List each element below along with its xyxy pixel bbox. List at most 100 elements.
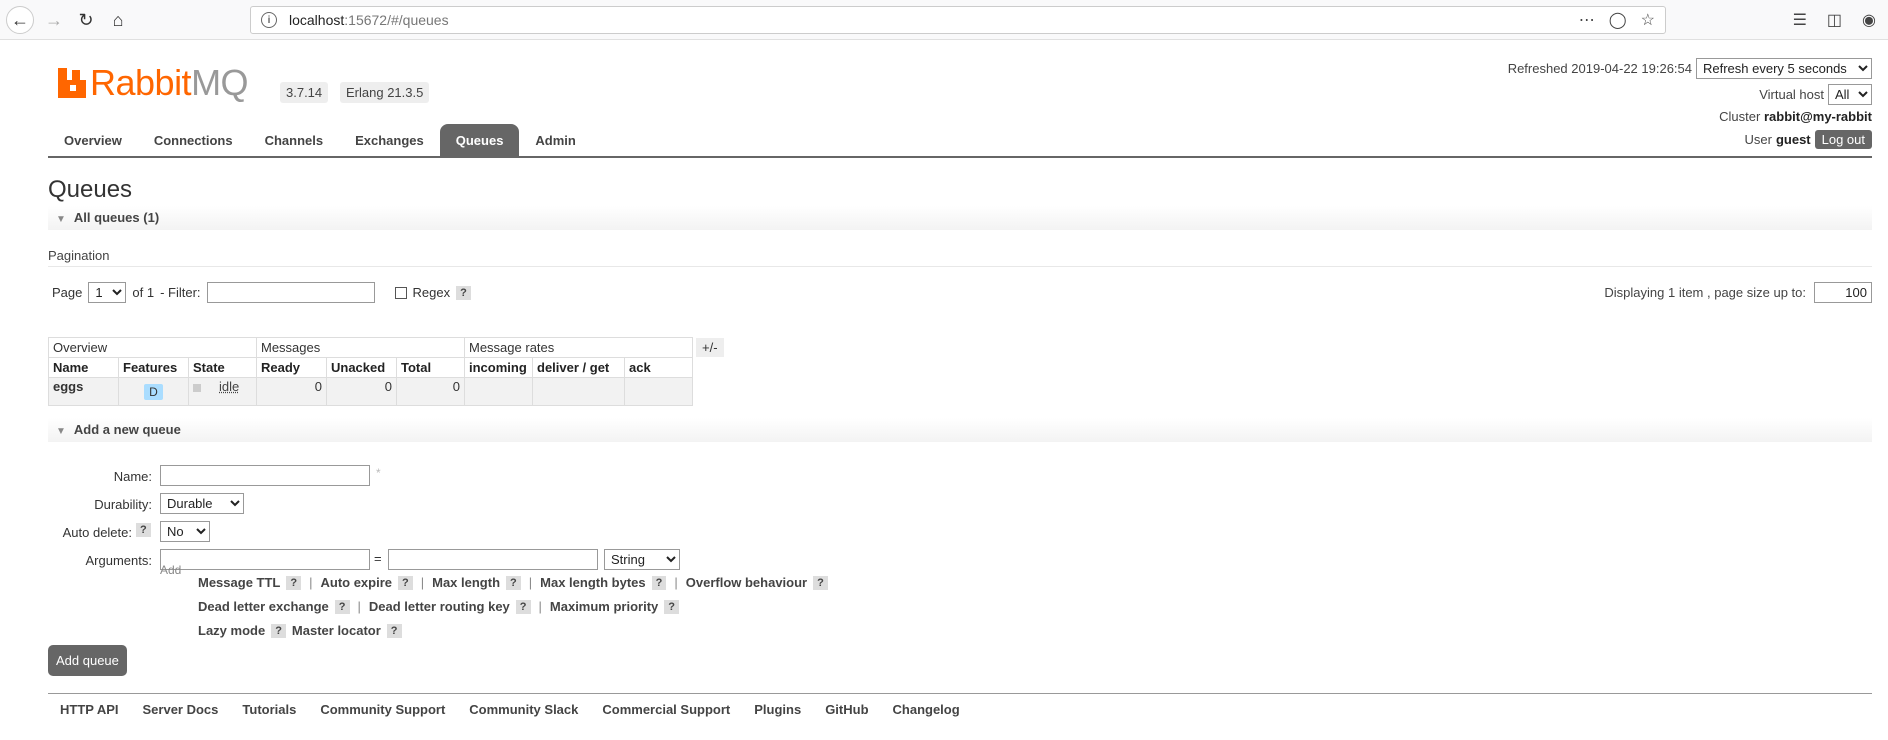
refresh-interval-select[interactable]: Refresh every 5 seconds <box>1696 58 1872 79</box>
footer-link-server-docs[interactable]: Server Docs <box>143 702 219 717</box>
footer-link-community-support[interactable]: Community Support <box>320 702 445 717</box>
col-ready[interactable]: Ready <box>256 357 327 378</box>
library-icon[interactable]: ☰ <box>1793 10 1807 30</box>
state-indicator <box>193 383 201 392</box>
queue-name-link[interactable]: eggs <box>48 377 119 406</box>
help-icon[interactable]: ? <box>271 623 286 638</box>
pocket-icon[interactable]: ◯ <box>1609 10 1627 30</box>
col-features[interactable]: Features <box>118 357 189 378</box>
col-incoming[interactable]: incoming <box>464 357 533 378</box>
address-bar[interactable]: i localhost:15672/#/queues ⋯ ◯ ☆ <box>250 6 1666 34</box>
footer-link-plugins[interactable]: Plugins <box>754 702 801 717</box>
tab-queues[interactable]: Queues <box>439 124 520 157</box>
tab-exchanges[interactable]: Exchanges <box>339 124 440 157</box>
version-badge: 3.7.14 <box>280 82 329 103</box>
argument-value-input[interactable] <box>388 549 598 570</box>
auto-delete-select[interactable]: No <box>160 521 210 542</box>
arg-message-ttl-link[interactable]: Message TTL <box>198 575 280 590</box>
tab-overview[interactable]: Overview <box>48 124 138 157</box>
help-icon[interactable]: ? <box>813 575 828 590</box>
all-queues-section-toggle[interactable]: ▼ All queues (1) <box>48 206 1872 230</box>
help-icon[interactable]: ? <box>286 575 302 590</box>
forward-arrow-icon[interactable]: → <box>40 6 68 34</box>
page-title: Queues <box>48 176 133 203</box>
columns-toggle-button[interactable]: +/- <box>696 338 724 357</box>
page-size-input[interactable]: 100 <box>1814 282 1872 303</box>
regex-help-icon[interactable]: ? <box>456 285 471 300</box>
col-total[interactable]: Total <box>396 357 465 378</box>
arg-dead-letter-exchange-link[interactable]: Dead letter exchange <box>198 599 329 614</box>
extension-icon[interactable]: ◉ <box>1862 10 1876 30</box>
browser-toolbar: ← → ↻ ⌂ i localhost:15672/#/queues ⋯ ◯ ☆… <box>0 0 1888 40</box>
group-messages: Messages <box>256 337 465 358</box>
name-label: Name: <box>113 469 152 484</box>
queue-name-input[interactable] <box>160 465 370 486</box>
queue-state: idle <box>219 379 240 394</box>
col-ack[interactable]: ack <box>624 357 693 378</box>
arg-lazy-mode-link[interactable]: Lazy mode <box>198 623 265 638</box>
help-icon[interactable]: ? <box>515 599 531 614</box>
table-row[interactable]: eggs D idle 0 0 0 <box>48 377 693 406</box>
page-of-label: of 1 <box>132 285 155 300</box>
page-select[interactable]: 1 <box>88 282 127 303</box>
help-icon[interactable]: ? <box>664 599 679 614</box>
footer-link-tutorials[interactable]: Tutorials <box>242 702 296 717</box>
add-queue-section-toggle[interactable]: ▼ Add a new queue <box>48 418 1872 442</box>
help-icon[interactable]: ? <box>651 575 667 590</box>
col-state[interactable]: State <box>188 357 257 378</box>
collapse-triangle-icon: ▼ <box>56 214 66 225</box>
help-icon[interactable]: ? <box>506 575 521 590</box>
arg-overflow-behaviour-link[interactable]: Overflow behaviour <box>686 575 807 590</box>
filter-label: - Filter: <box>160 285 201 300</box>
col-unacked[interactable]: Unacked <box>326 357 397 378</box>
page-actions-icon[interactable]: ⋯ <box>1579 10 1595 30</box>
arg-max-length-bytes-link[interactable]: Max length bytes <box>540 575 645 590</box>
add-argument-link[interactable]: Add <box>160 563 181 577</box>
add-queue-button[interactable]: Add queue <box>48 645 127 676</box>
rabbitmq-logo: RabbitMQ <box>58 62 249 104</box>
pagination-controls: Page 1 of 1 - Filter: Regex ? <box>52 282 471 303</box>
footer-link-changelog[interactable]: Changelog <box>893 702 960 717</box>
footer-link-github[interactable]: GitHub <box>825 702 868 717</box>
arg-max-length-link[interactable]: Max length <box>432 575 500 590</box>
bookmark-star-icon[interactable]: ☆ <box>1641 10 1655 30</box>
group-overview: Overview <box>48 337 257 358</box>
argument-type-select[interactable]: String <box>604 549 680 570</box>
argument-shortcuts-row1: Message TTL? | Auto expire? | Max length? |… <box>198 575 828 590</box>
col-deliver-get[interactable]: deliver / get <box>532 357 625 378</box>
tab-connections[interactable]: Connections <box>138 124 249 157</box>
logout-button[interactable]: Log out <box>1814 130 1872 149</box>
argument-key-input[interactable] <box>160 549 370 570</box>
reload-icon[interactable]: ↻ <box>72 6 100 34</box>
footer-link-community-slack[interactable]: Community Slack <box>469 702 578 717</box>
sidebar-icon[interactable]: ◫ <box>1827 10 1842 30</box>
virtual-host-select[interactable]: All <box>1828 84 1872 105</box>
refreshed-timestamp: Refreshed 2019-04-22 19:26:54 <box>1507 61 1692 76</box>
page-label: Page <box>52 285 83 300</box>
help-icon[interactable]: ? <box>386 623 402 638</box>
help-icon[interactable]: ? <box>398 575 413 590</box>
footer-link-http-api[interactable]: HTTP API <box>60 702 119 717</box>
arg-auto-expire-link[interactable]: Auto expire <box>320 575 392 590</box>
erlang-badge: Erlang 21.3.5 <box>340 82 430 103</box>
back-arrow-icon[interactable]: ← <box>6 6 34 34</box>
arg-maximum-priority-link[interactable]: Maximum priority <box>550 599 658 614</box>
argument-shortcuts-row3: Lazy mode? Master locator? <box>198 623 402 638</box>
filter-input[interactable] <box>206 282 375 303</box>
home-icon[interactable]: ⌂ <box>104 6 132 34</box>
url-host: localhost <box>289 12 345 28</box>
site-info-icon[interactable]: i <box>261 12 277 28</box>
arg-master-locator-link[interactable]: Master locator <box>292 623 381 638</box>
tab-channels[interactable]: Channels <box>249 124 340 157</box>
tab-admin[interactable]: Admin <box>519 124 591 157</box>
user-label: User <box>1744 132 1772 147</box>
regex-checkbox[interactable] <box>394 286 407 299</box>
arg-dead-letter-routing-key-link[interactable]: Dead letter routing key <box>369 599 510 614</box>
add-queue-header: Add a new queue <box>73 422 181 437</box>
footer-link-commercial-support[interactable]: Commercial Support <box>602 702 730 717</box>
group-message-rates: Message rates <box>464 337 693 358</box>
durability-select[interactable]: Durable <box>160 493 244 514</box>
help-icon[interactable]: ? <box>334 599 350 614</box>
col-name[interactable]: Name <box>48 357 119 378</box>
auto-delete-help-icon[interactable]: ? <box>136 523 151 537</box>
